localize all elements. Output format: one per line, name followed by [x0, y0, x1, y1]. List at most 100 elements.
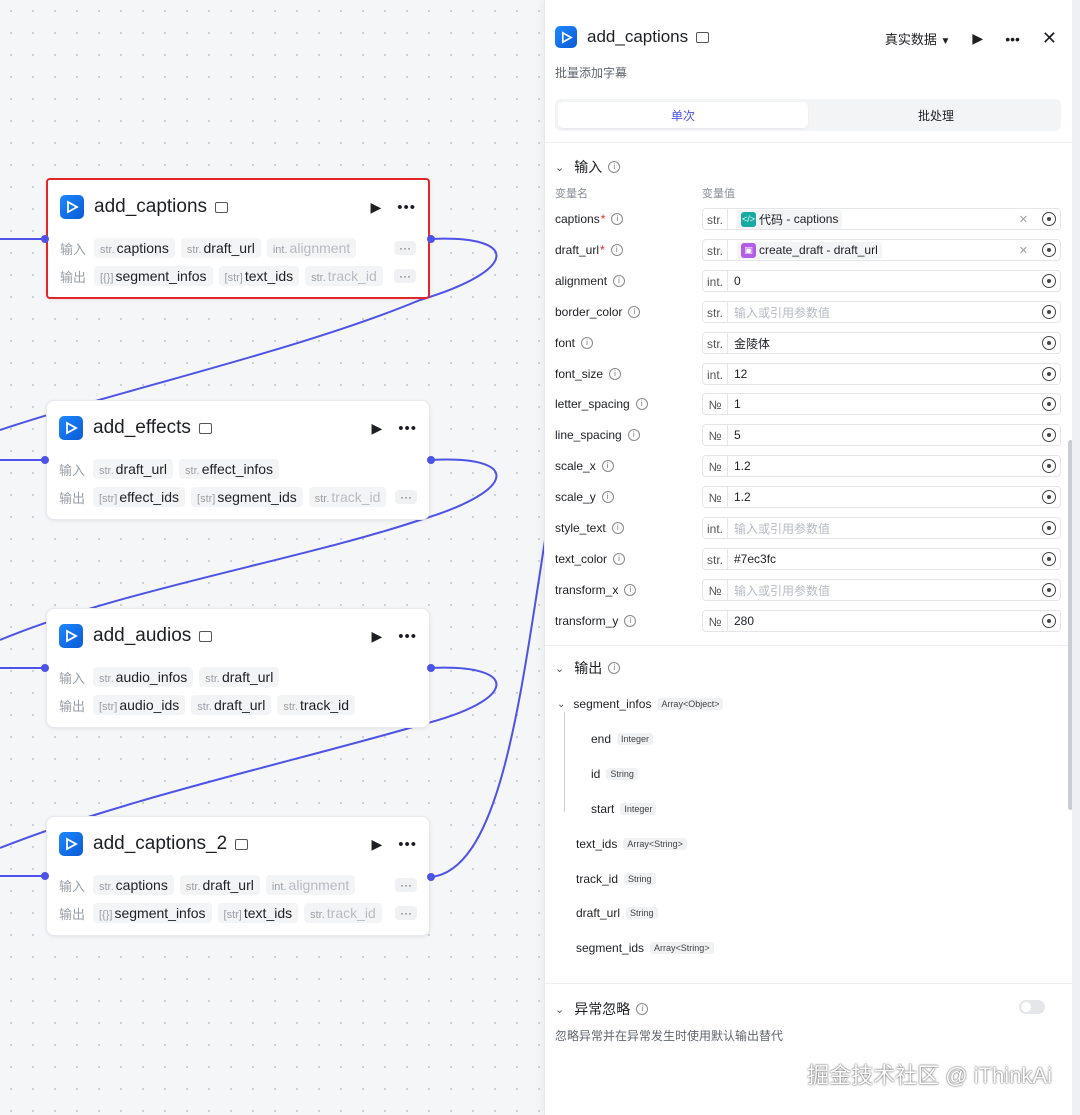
- param-value-input[interactable]: int. 0: [702, 270, 1061, 292]
- input-chip: str. draft_url: [93, 459, 174, 479]
- run-node-icon[interactable]: ▶: [370, 199, 381, 216]
- more-icon[interactable]: •••: [398, 836, 417, 853]
- exception-section-header[interactable]: ⌄ 异常忽略 i: [555, 999, 649, 1019]
- param-value-input[interactable]: int. 12: [702, 363, 1061, 385]
- output-chip: [str] effect_ids: [93, 487, 186, 507]
- param-value-input[interactable]: № 1.2: [702, 455, 1061, 477]
- param-value: 1.2: [734, 490, 751, 504]
- param-value-input[interactable]: str. ▣ create_draft - draft_url ✕: [702, 239, 1061, 261]
- output-section-header[interactable]: ⌄ 输出 i: [555, 658, 621, 678]
- plugin-logo-icon: [555, 26, 577, 48]
- param-value-input[interactable]: № 5: [702, 424, 1061, 446]
- variable-picker-icon[interactable]: [1042, 490, 1056, 504]
- reference-chip[interactable]: ▣ create_draft - draft_url: [737, 241, 882, 259]
- node-inputs-row: 输入 str. audio_infos str. draft_url: [47, 663, 429, 691]
- more-inputs-button[interactable]: ···: [395, 878, 417, 892]
- param-value-input[interactable]: int. 输入或引用参数值: [702, 517, 1061, 539]
- param-placeholder: 输入或引用参数值: [734, 305, 831, 320]
- info-icon: i: [624, 615, 637, 627]
- output-port[interactable]: [427, 456, 435, 464]
- input-port[interactable]: [41, 235, 49, 243]
- node-add-captions-2[interactable]: add_captions_2 ▶ ••• 输入 str. captions str…: [46, 816, 430, 936]
- variable-picker-icon[interactable]: [1042, 274, 1056, 288]
- exception-ignore-toggle[interactable]: [1019, 1000, 1045, 1014]
- param-row-border-color: border_color i str. 输入或引用参数值: [555, 300, 1061, 324]
- node-add-captions[interactable]: add_captions ▶ ••• 输入 str. captions str. d…: [46, 178, 430, 299]
- param-name: font_size i: [555, 367, 702, 381]
- variable-picker-icon[interactable]: [1042, 305, 1056, 319]
- data-mode-dropdown[interactable]: 真实数据 ▼: [885, 29, 951, 48]
- variable-picker-icon[interactable]: [1042, 459, 1056, 473]
- run-icon[interactable]: ▶: [972, 30, 983, 47]
- param-name: text_color i: [555, 552, 702, 566]
- plugin-logo-icon: [59, 624, 83, 648]
- clear-icon[interactable]: ✕: [1019, 213, 1028, 226]
- run-node-icon[interactable]: ▶: [371, 420, 382, 437]
- param-value-input[interactable]: № 输入或引用参数值: [702, 579, 1061, 601]
- reference-chip[interactable]: </> 代码 - captions: [737, 209, 843, 229]
- more-outputs-button[interactable]: ···: [394, 269, 416, 283]
- close-icon[interactable]: ✕: [1042, 28, 1057, 49]
- type-badge: №: [703, 611, 728, 631]
- more-inputs-button[interactable]: ···: [394, 241, 416, 255]
- output-chip: str. track_id: [308, 487, 387, 507]
- input-chip: str. captions: [93, 875, 174, 895]
- info-icon: i: [611, 213, 624, 225]
- input-section-header[interactable]: ⌄ 输入 i: [555, 157, 621, 177]
- variable-picker-icon[interactable]: [1042, 428, 1056, 442]
- run-node-icon[interactable]: ▶: [371, 836, 382, 853]
- plugin-tag-icon: [696, 31, 710, 43]
- input-port[interactable]: [41, 456, 49, 464]
- variable-picker-icon[interactable]: [1042, 552, 1056, 566]
- output-port[interactable]: [427, 235, 435, 243]
- output-field-start: start Integer: [591, 802, 657, 816]
- param-name: draft_url * i: [555, 243, 702, 257]
- output-field-id: id String: [591, 767, 638, 781]
- param-value-input[interactable]: № 1.2: [702, 486, 1061, 508]
- clear-icon[interactable]: ✕: [1019, 244, 1028, 257]
- output-port[interactable]: [427, 664, 435, 672]
- variable-picker-icon[interactable]: [1042, 367, 1056, 381]
- info-icon: i: [608, 662, 621, 674]
- param-value-input[interactable]: str. </> 代码 - captions ✕: [702, 208, 1061, 230]
- param-value-input[interactable]: str. 金陵体: [702, 332, 1061, 354]
- more-outputs-button[interactable]: ···: [395, 906, 417, 920]
- variable-picker-icon[interactable]: [1042, 212, 1056, 226]
- input-port[interactable]: [41, 664, 49, 672]
- param-value-input[interactable]: str. #7ec3fc: [702, 548, 1061, 570]
- tab-batch[interactable]: 批处理: [811, 99, 1061, 131]
- param-value-input[interactable]: № 1: [702, 393, 1061, 415]
- run-mode-tabs: 单次 批处理: [555, 99, 1061, 131]
- param-value-input[interactable]: str. 输入或引用参数值: [702, 301, 1061, 323]
- output-chip: [str] audio_ids: [93, 695, 186, 715]
- variable-picker-icon[interactable]: [1042, 614, 1056, 628]
- more-outputs-button[interactable]: ···: [395, 490, 417, 504]
- watermark: 掘金技术社区 @ iThinkAi: [807, 1063, 1052, 1088]
- node-title: add_captions_2: [93, 833, 228, 854]
- more-icon[interactable]: •••: [1005, 31, 1020, 47]
- param-value-input[interactable]: № 280: [702, 610, 1061, 632]
- more-icon[interactable]: •••: [398, 420, 417, 437]
- output-field-segment-infos[interactable]: ⌄ segment_infos Array<Object>: [557, 697, 724, 711]
- param-row-line-spacing: line_spacing i № 5: [555, 423, 1061, 447]
- info-icon: i: [613, 553, 626, 565]
- variable-picker-icon[interactable]: [1042, 336, 1056, 350]
- workflow-canvas[interactable]: [0, 0, 545, 1115]
- param-value: 5: [734, 428, 741, 442]
- output-port[interactable]: [427, 873, 435, 881]
- param-value: 1: [734, 397, 741, 411]
- more-icon[interactable]: •••: [398, 628, 417, 645]
- run-node-icon[interactable]: ▶: [371, 628, 382, 645]
- variable-picker-icon[interactable]: [1042, 397, 1056, 411]
- input-port[interactable]: [41, 872, 49, 880]
- type-badge: int.: [703, 271, 728, 291]
- info-icon: i: [581, 337, 594, 349]
- node-add-audios[interactable]: add_audios ▶ ••• 输入 str. audio_infos str.…: [46, 608, 430, 728]
- variable-picker-icon[interactable]: [1042, 583, 1056, 597]
- param-row-font-size: font_size i int. 12: [555, 362, 1061, 386]
- variable-picker-icon[interactable]: [1042, 243, 1056, 257]
- node-add-effects[interactable]: add_effects ▶ ••• 输入 str. draft_url str. e…: [46, 400, 430, 520]
- variable-picker-icon[interactable]: [1042, 521, 1056, 535]
- tab-single[interactable]: 单次: [558, 102, 808, 128]
- more-icon[interactable]: •••: [397, 199, 416, 216]
